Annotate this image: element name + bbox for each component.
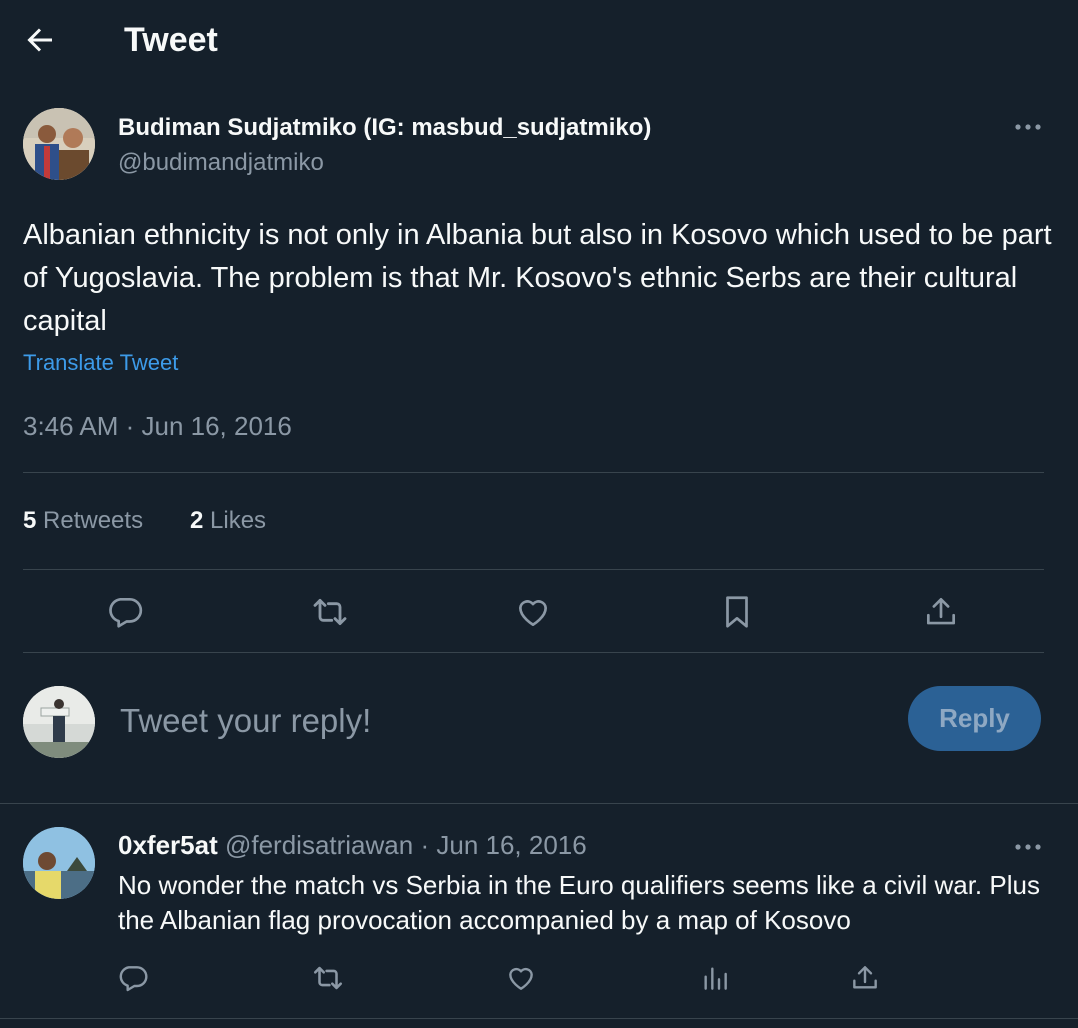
analytics-bar-chart-icon[interactable] (695, 958, 735, 998)
reply-text: No wonder the match vs Serbia in the Eur… (118, 870, 1040, 935)
author-handle[interactable]: @budimandjatmiko (118, 148, 324, 178)
divider (0, 1018, 1078, 1019)
likes-count: 2 (190, 507, 204, 534)
reply-reply-icon[interactable] (113, 958, 153, 998)
tweet-text: Albanian ethnicity is not only in Albani… (23, 219, 1052, 337)
divider (0, 803, 1078, 804)
current-user-avatar[interactable] (23, 686, 95, 758)
reply-author-handle[interactable]: @ferdisatriawan (225, 830, 413, 860)
reply-date[interactable]: Jun 16, 2016 (436, 830, 586, 860)
retweets-stat[interactable]: 5 Retweets (23, 504, 143, 538)
reply-header: 0xfer5at @ferdisatriawan · Jun 16, 2016 (118, 828, 587, 862)
share-icon[interactable] (919, 590, 963, 634)
likes-label: Likes (210, 507, 267, 534)
bookmark-icon[interactable] (715, 590, 759, 634)
reply-more-options-icon[interactable] (1010, 832, 1046, 862)
reply-icon[interactable] (103, 590, 147, 634)
page-title: Tweet (124, 21, 218, 59)
translate-tweet-link[interactable]: Translate Tweet (23, 348, 178, 378)
reply-separator: · (420, 830, 430, 860)
reply-button[interactable]: Reply (908, 686, 1041, 751)
divider (23, 652, 1044, 653)
divider (23, 569, 1044, 570)
reply-author-name[interactable]: 0xfer5at (118, 830, 218, 860)
reply-like-heart-icon[interactable] (501, 958, 541, 998)
retweets-label: Retweets (43, 507, 144, 534)
retweet-icon[interactable] (308, 590, 352, 634)
divider (23, 472, 1044, 473)
reply-retweet-icon[interactable] (308, 958, 348, 998)
author-name[interactable]: Budiman Sudjatmiko (IG: masbud_sudjatmik… (118, 112, 651, 144)
like-heart-icon[interactable] (511, 590, 555, 634)
author-avatar[interactable] (23, 108, 95, 180)
reply-share-icon[interactable] (845, 958, 885, 998)
tweet-timestamp[interactable]: 3:46 AM · Jun 16, 2016 (23, 408, 292, 444)
reply-input[interactable] (118, 694, 882, 748)
more-options-icon[interactable] (1010, 112, 1046, 142)
reply-author-avatar[interactable] (23, 827, 95, 899)
retweets-count: 5 (23, 507, 37, 534)
back-arrow-icon[interactable] (22, 22, 62, 58)
likes-stat[interactable]: 2 Likes (190, 504, 266, 538)
